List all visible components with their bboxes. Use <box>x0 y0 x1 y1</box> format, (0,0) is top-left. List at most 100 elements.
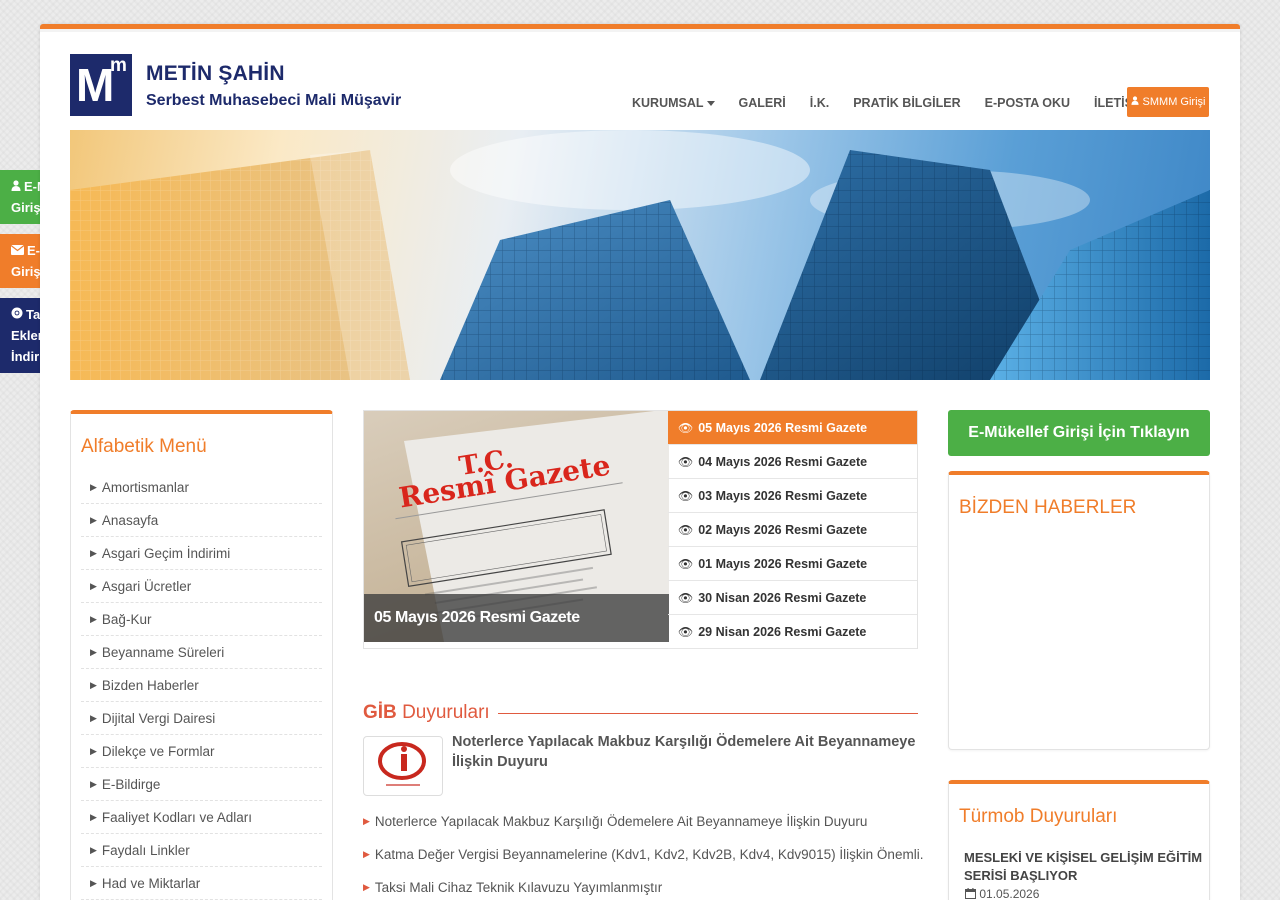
eye-icon: 👁 <box>678 454 694 469</box>
news-panel: BİZDEN HABERLER <box>948 471 1210 750</box>
list-item[interactable]: ▶ Dilekçe ve Formlar <box>81 735 322 768</box>
hero-banner <box>70 130 1210 380</box>
caret-right-icon: ▶ <box>90 646 97 657</box>
logo-letter-big: M <box>76 59 115 111</box>
news-panel-title: BİZDEN HABERLER <box>959 497 1137 518</box>
list-item-label: Asgari Ücretler <box>101 578 192 594</box>
nav-item-pratik-bilgiler[interactable]: PRATİK BİLGİLER <box>841 92 972 114</box>
gazette-list: 👁 05 Mayıs 2026 Resmi Gazete 👁 04 Mayıs 20… <box>668 411 917 649</box>
turmob-date-label: 01.05.2026 <box>979 887 1040 900</box>
gazette-item-label: 02 Mayıs 2026 Resmi Gazete <box>698 522 868 537</box>
logo[interactable]: M m <box>70 54 132 116</box>
caret-right-icon: ▶ <box>90 811 97 822</box>
list-item[interactable]: ▶ Dijital Vergi Dairesi <box>81 702 322 735</box>
caret-right-icon: ▶ <box>90 481 97 492</box>
list-item[interactable]: ▶ Faydalı Linkler <box>81 834 322 867</box>
list-item[interactable]: ▶ Amortismanlar <box>81 471 322 504</box>
caret-right-icon: ▶ <box>363 882 370 892</box>
turmob-panel: Türmob Duyuruları MESLEKİ VE KİŞİSEL GEL… <box>948 780 1210 900</box>
caret-right-icon: ▶ <box>90 679 97 690</box>
caret-down-icon <box>706 101 715 107</box>
alphabetic-menu-panel: Alfabetik Menü ▶ Amortismanlar ▶ Anasayfa … <box>70 410 333 900</box>
caret-right-icon: ▶ <box>90 844 97 855</box>
gazette-item-label: 04 Mayıs 2026 Resmi Gazete <box>698 454 868 469</box>
list-item[interactable]: ▶ Had ve Miktarlar <box>81 867 322 900</box>
gib-logo-icon <box>378 742 426 786</box>
caret-right-icon: ▶ <box>90 580 97 591</box>
gib-logo[interactable] <box>363 736 443 796</box>
list-item[interactable]: ▶ Beyanname Süreleri <box>81 636 322 669</box>
user-icon <box>11 176 21 197</box>
nav-label: E-POSTA OKU <box>984 96 1071 110</box>
gazette-item[interactable]: 👁 02 Mayıs 2026 Resmi Gazete <box>668 513 917 547</box>
nav-item-eposta-oku[interactable]: E-POSTA OKU <box>973 92 1082 114</box>
list-item-label: Amortismanlar <box>101 479 189 495</box>
caret-right-icon: ▶ <box>363 849 370 859</box>
gazette-item-label: 05 Mayıs 2026 Resmi Gazete <box>698 420 868 435</box>
smmm-login-button[interactable]: SMMM Girişi <box>1127 87 1209 117</box>
nav-item-ik[interactable]: İ.K. <box>798 92 841 114</box>
gib-featured-title[interactable]: Noterlerce Yapılacak Makbuz Karşılığı Öd… <box>452 732 918 772</box>
list-item-label: Noterlerce Yapılacak Makbuz Karşılığı Öd… <box>374 814 868 829</box>
turmob-item-title[interactable]: MESLEKİ VE KİŞİSEL GELİŞİM EĞİTİM SERİSİ… <box>964 849 1204 885</box>
gazette-item-label: 30 Nisan 2026 Resmi Gazete <box>698 590 867 605</box>
list-item-label: Bağ-Kur <box>101 611 152 627</box>
list-item[interactable]: ▶ Noterlerce Yapılacak Makbuz Karşılığı Ö… <box>363 805 923 838</box>
gazette-item[interactable]: 👁 04 Mayıs 2026 Resmi Gazete <box>668 445 917 479</box>
list-item[interactable]: ▶ Taksi Mali Cihaz Teknik Kılavuzu Yayıml… <box>363 871 923 900</box>
list-item[interactable]: ▶ Bağ-Kur <box>81 603 322 636</box>
list-item-label: E-Bildirge <box>101 776 161 792</box>
caret-right-icon: ▶ <box>90 712 97 723</box>
gib-section-header: GİB Duyuruları <box>363 702 918 724</box>
user-icon <box>1130 96 1139 108</box>
nav-label: GALERİ <box>738 96 786 110</box>
gib-list: ▶ Noterlerce Yapılacak Makbuz Karşılığı Ö… <box>363 805 923 900</box>
nav-label: İ.K. <box>809 96 830 110</box>
eye-icon: 👁 <box>678 420 694 435</box>
list-item[interactable]: ▶ Bizden Haberler <box>81 669 322 702</box>
logo-letter-small: m <box>110 55 127 76</box>
smmm-login-label: SMMM Girişi <box>1142 96 1206 108</box>
gazette-caption[interactable]: 05 Mayıs 2026 Resmi Gazete <box>364 594 669 642</box>
chrome-icon <box>11 304 23 325</box>
list-item-label: Katma Değer Vergisi Beyannamelerine (Kdv… <box>374 847 923 862</box>
gazette-item[interactable]: 👁 29 Nisan 2026 Resmi Gazete <box>668 615 917 649</box>
list-item-label: Had ve Miktarlar <box>101 875 201 891</box>
gib-title-rest: Duyuruları <box>402 702 490 723</box>
list-item-label: Faydalı Linkler <box>101 842 190 858</box>
caret-right-icon: ▶ <box>90 514 97 525</box>
list-item[interactable]: ▶ Asgari Geçim İndirimi <box>81 537 322 570</box>
brand-name[interactable]: METİN ŞAHİN <box>146 62 285 86</box>
caret-right-icon: ▶ <box>90 613 97 624</box>
gazette-item-label: 03 Mayıs 2026 Resmi Gazete <box>698 488 868 503</box>
gib-section-title: GİB Duyuruları <box>363 702 498 724</box>
list-item-label: Beyanname Süreleri <box>101 644 225 660</box>
eye-icon: 👁 <box>678 590 694 605</box>
list-item[interactable]: ▶ Faaliyet Kodları ve Adları <box>81 801 322 834</box>
caret-right-icon: ▶ <box>90 745 97 756</box>
eye-icon: 👁 <box>678 488 694 503</box>
nav-label: PRATİK BİLGİLER <box>853 96 961 110</box>
list-item-label: Asgari Geçim İndirimi <box>101 545 231 561</box>
nav-item-kurumsal[interactable]: KURUMSAL <box>620 92 727 114</box>
gazette-item[interactable]: 👁 30 Nisan 2026 Resmi Gazete <box>668 581 917 615</box>
list-item[interactable]: ▶ Anasayfa <box>81 504 322 537</box>
skyscrapers-illustration <box>70 130 1210 380</box>
emukellef-login-button[interactable]: E-Mükellef Girişi İçin Tıklayın <box>948 410 1210 456</box>
nav-item-galeri[interactable]: GALERİ <box>727 92 798 114</box>
envelope-icon <box>10 240 25 261</box>
list-item[interactable]: ▶ Katma Değer Vergisi Beyannamelerine (Kd… <box>363 838 923 871</box>
page-container: M m METİN ŞAHİN Serbest Muhasebeci Mali … <box>40 24 1240 900</box>
gazette-slider: T.C. Resmî Gazete 05 Mayıs 2026 Resmi Ga… <box>363 410 918 649</box>
gazette-item-active[interactable]: 👁 05 Mayıs 2026 Resmi Gazete <box>668 411 917 445</box>
list-item[interactable]: ▶ E-Bildirge <box>81 768 322 801</box>
list-item-label: Taksi Mali Cihaz Teknik Kılavuzu Yayımla… <box>374 880 663 895</box>
list-item-label: Faaliyet Kodları ve Adları <box>101 809 252 825</box>
gazette-item-label: 29 Nisan 2026 Resmi Gazete <box>698 624 867 639</box>
list-item-label: Dijital Vergi Dairesi <box>101 710 216 726</box>
gazette-image[interactable]: T.C. Resmî Gazete 05 Mayıs 2026 Resmi Ga… <box>364 411 669 642</box>
list-item[interactable]: ▶ Asgari Ücretler <box>81 570 322 603</box>
gazette-item[interactable]: 👁 01 Mayıs 2026 Resmi Gazete <box>668 547 917 581</box>
nav-label: KURUMSAL <box>632 96 704 110</box>
gazette-item[interactable]: 👁 03 Mayıs 2026 Resmi Gazete <box>668 479 917 513</box>
